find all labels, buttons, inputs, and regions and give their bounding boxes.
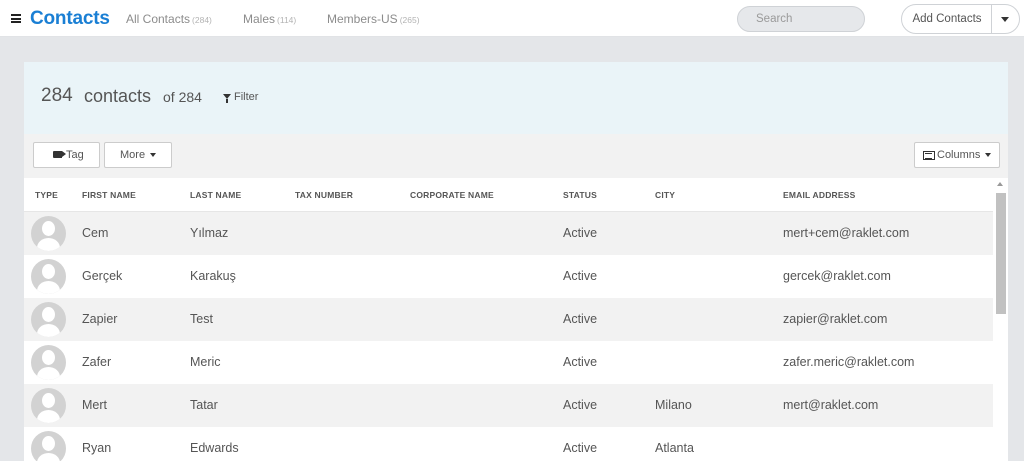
columns-button-label: Columns [937, 149, 981, 161]
avatar [31, 259, 66, 294]
column-header-corporate-name[interactable]: CORPORATE NAME [410, 190, 494, 200]
chevron-down-icon[interactable] [1001, 17, 1009, 22]
filter-icon [223, 94, 231, 103]
tab-label: Males [243, 12, 276, 26]
column-header-type[interactable]: TYPE [35, 190, 58, 200]
column-header-status[interactable]: STATUS [563, 190, 597, 200]
cell-email: zafer.meric@raklet.com [783, 355, 915, 369]
cell-city: Atlanta [655, 441, 694, 455]
tab-count: (265) [399, 15, 420, 25]
hamburger-menu-icon[interactable] [11, 14, 21, 23]
table-row[interactable]: Cem Yılmaz Active mert+cem@raklet.com [24, 212, 993, 255]
table-row[interactable]: Gerçek Karakuş Active gercek@raklet.com [24, 255, 993, 298]
cell-status: Active [563, 312, 598, 326]
cell-last-name: Test [190, 312, 213, 326]
cell-email: mert@raklet.com [783, 398, 879, 412]
tab-label: Members-US [327, 12, 398, 26]
table-toolbar: Tag More Columns [24, 134, 1008, 178]
cell-first-name: Zafer [82, 355, 112, 369]
cell-last-name: Karakuş [190, 269, 236, 283]
top-bar: Contacts All Contacts (284) Males (114) Me… [0, 0, 1024, 37]
contact-total: of 284 [163, 89, 202, 105]
add-contacts-button[interactable]: Add Contacts [902, 5, 992, 33]
tab-count: (114) [277, 15, 297, 25]
cell-status: Active [563, 226, 598, 240]
vertical-scrollbar[interactable] [993, 178, 1008, 461]
cell-email: zapier@raklet.com [783, 312, 888, 326]
tab-label: All Contacts [126, 12, 191, 26]
tag-button[interactable]: Tag [33, 142, 100, 168]
column-header-last-name[interactable]: LAST NAME [190, 190, 241, 200]
avatar [31, 431, 66, 461]
tab-members-us[interactable]: Members-US (265) [327, 12, 420, 26]
cell-status: Active [563, 269, 598, 283]
cell-email: gercek@raklet.com [783, 269, 891, 283]
scrollbar-thumb[interactable] [996, 193, 1006, 314]
cell-last-name: Meric [190, 355, 221, 369]
panel-header: 284 contacts of 284 Filter [24, 62, 1008, 134]
button-divider [991, 5, 992, 33]
app-title: Contacts [30, 8, 110, 29]
contacts-panel: 284 contacts of 284 Filter Tag More Colu… [24, 62, 1008, 461]
table-header: TYPE FIRST NAME LAST NAME TAX NUMBER COR… [24, 178, 993, 212]
avatar [31, 388, 66, 423]
contacts-table: TYPE FIRST NAME LAST NAME TAX NUMBER COR… [24, 178, 1008, 461]
column-header-tax-number[interactable]: TAX NUMBER [295, 190, 353, 200]
cell-last-name: Yılmaz [190, 226, 229, 240]
columns-icon [923, 151, 935, 160]
more-button[interactable]: More [104, 142, 172, 168]
cell-status: Active [563, 441, 598, 455]
cell-last-name: Tatar [190, 398, 218, 412]
cell-email: mert+cem@raklet.com [783, 226, 910, 240]
cell-first-name: Ryan [82, 441, 112, 455]
search-input[interactable] [737, 6, 865, 32]
tab-count: (284) [192, 15, 212, 25]
table-row[interactable]: Zapier Test Active zapier@raklet.com [24, 298, 993, 341]
cell-first-name: Cem [82, 226, 109, 240]
filter-button[interactable]: Filter [223, 91, 258, 103]
add-contacts-button-group: Add Contacts [901, 4, 1020, 34]
filter-label: Filter [234, 91, 259, 103]
contact-count-label: contacts [84, 86, 152, 106]
table-row[interactable]: Zafer Meric Active zafer.meric@raklet.co… [24, 341, 993, 384]
chevron-down-icon [150, 153, 156, 157]
avatar [31, 216, 66, 251]
cell-first-name: Mert [82, 398, 107, 412]
cell-city: Milano [655, 398, 692, 412]
columns-button[interactable]: Columns [914, 142, 1000, 168]
cell-status: Active [563, 355, 598, 369]
tab-males[interactable]: Males (114) [243, 12, 296, 26]
avatar [31, 302, 66, 337]
table-row[interactable]: Ryan Edwards Active Atlanta [24, 427, 993, 461]
column-header-first-name[interactable]: FIRST NAME [82, 190, 136, 200]
cell-last-name: Edwards [190, 441, 239, 455]
chevron-down-icon [985, 153, 991, 157]
cell-status: Active [563, 398, 598, 412]
avatar [31, 345, 66, 380]
tab-all-contacts[interactable]: All Contacts (284) [126, 12, 212, 26]
tag-icon [53, 151, 66, 158]
table-row[interactable]: Mert Tatar Active Milano mert@raklet.com [24, 384, 993, 427]
scroll-up-arrow-icon[interactable] [997, 182, 1003, 186]
column-header-city[interactable]: CITY [655, 190, 675, 200]
contact-count: 284 [41, 85, 73, 106]
cell-first-name: Zapier [82, 312, 118, 326]
cell-first-name: Gerçek [82, 269, 123, 283]
more-button-label: More [120, 149, 146, 161]
column-header-email-address[interactable]: EMAIL ADDRESS [783, 190, 856, 200]
tag-button-label: Tag [66, 149, 84, 161]
